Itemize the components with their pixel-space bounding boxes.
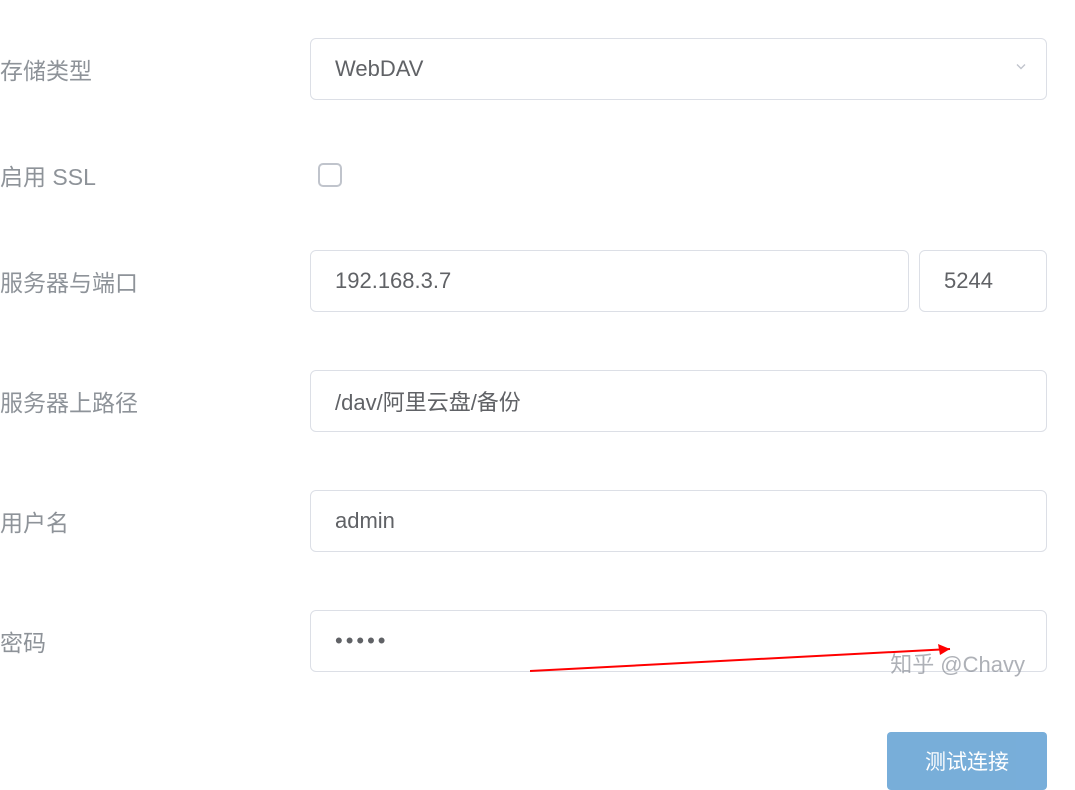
row-enable-ssl: 启用 SSL [0,158,1075,192]
row-storage-type: 存储类型 [0,38,1075,100]
control-username [310,490,1075,552]
server-path-input[interactable] [310,370,1047,432]
username-input[interactable] [310,490,1047,552]
control-server-path [310,370,1075,432]
label-server-port: 服务器与端口 [0,264,310,298]
port-input[interactable] [919,250,1047,312]
row-server-port: 服务器与端口 [0,250,1075,312]
button-row: 测试连接 [0,732,1075,790]
control-password: ••••• [310,610,1075,672]
control-enable-ssl [310,163,1075,187]
storage-type-select-wrapper [310,38,1047,100]
row-password: 密码 ••••• [0,610,1075,672]
label-username: 用户名 [0,504,310,538]
storage-type-select[interactable] [310,38,1047,100]
label-enable-ssl: 启用 SSL [0,158,310,192]
settings-form: 存储类型 启用 SSL 服务器与端口 服务器上路径 [0,0,1075,790]
label-server-path: 服务器上路径 [0,384,310,418]
label-storage-type: 存储类型 [0,52,310,86]
control-server-port [310,250,1075,312]
password-input[interactable]: ••••• [310,610,1047,672]
control-storage-type [310,38,1075,100]
server-input[interactable] [310,250,909,312]
row-username: 用户名 [0,490,1075,552]
test-connection-button[interactable]: 测试连接 [887,732,1047,790]
label-password: 密码 [0,624,310,658]
enable-ssl-checkbox[interactable] [318,163,342,187]
row-server-path: 服务器上路径 [0,370,1075,432]
